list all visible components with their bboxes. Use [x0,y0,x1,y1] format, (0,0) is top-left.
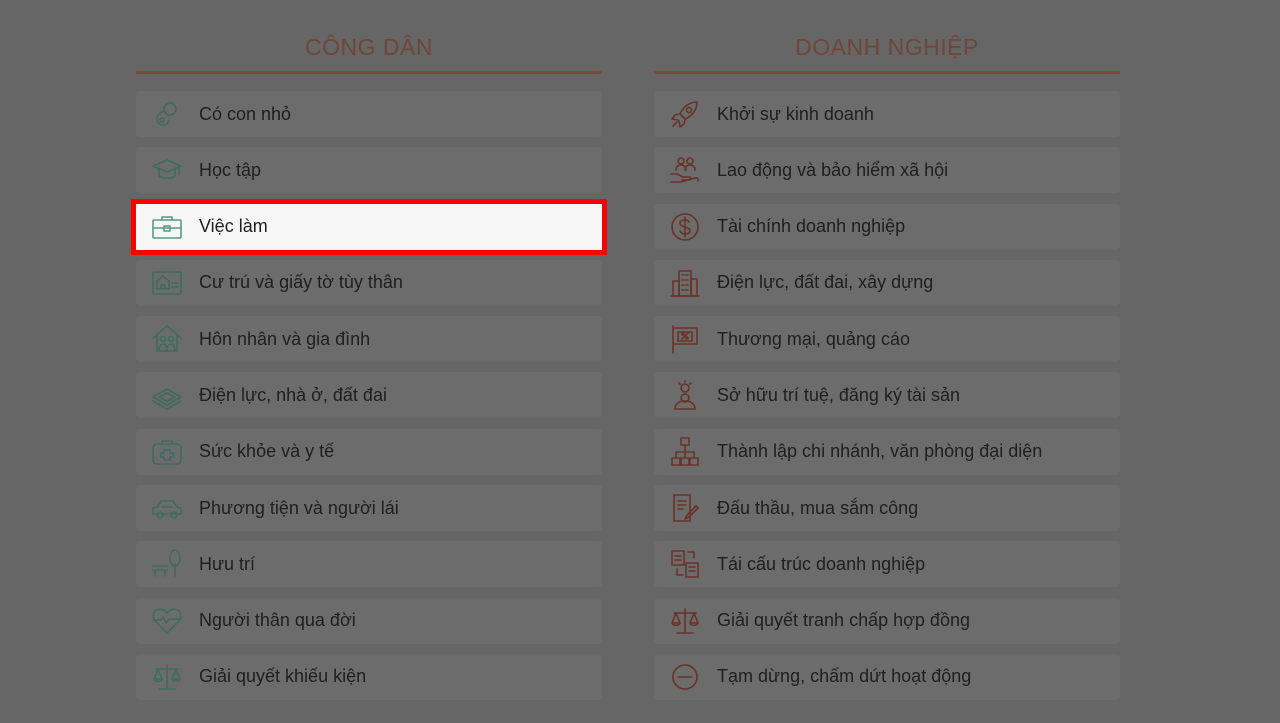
item-label: Hưu trí [199,553,256,574]
business-item-tai-chinh[interactable]: Tài chính doanh nghiệp [654,203,1120,250]
item-label: Điện lực, nhà ở, đất đai [199,384,387,405]
dollar-icon [668,210,702,244]
citizen-item-viec-lam[interactable]: Việc làm [131,198,607,255]
heart-pulse-icon [150,604,184,638]
bench-tree-icon [150,547,184,581]
item-label: Điện lực, đất đai, xây dựng [717,272,934,293]
citizen-title-divider [136,71,602,74]
citizen-item-co-con-nho[interactable]: Có con nhỏ [136,91,602,137]
business-item-tranh-chap[interactable]: Giải quyết tranh chấp hợp đồng [654,597,1120,644]
citizen-list: Có con nhỏ Học tập Việc làm Cư trú và gi… [131,91,607,700]
item-label: Hôn nhân và gia đình [199,328,371,349]
item-label: Tài chính doanh nghiệp [717,216,906,237]
business-list: Khởi sự kinh doanh Lao động và bảo hiểm … [654,91,1120,700]
business-item-dau-thau[interactable]: Đấu thầu, mua sắm công [654,485,1120,532]
item-label: Học tập [199,159,262,180]
hand-people-icon [668,153,702,187]
citizen-item-suc-khoe[interactable]: Sức khỏe và y tế [136,428,602,475]
item-label: Sức khỏe và y tế [199,441,335,462]
item-label: Có con nhỏ [199,103,292,124]
business-item-khoi-su[interactable]: Khởi sự kinh doanh [654,91,1120,137]
business-item-thuong-mai[interactable]: Thương mại, quảng cáo [654,316,1120,363]
business-column: DOANH NGHIỆP Khởi sự kinh doanh Lao động… [654,0,1120,710]
item-label: Cư trú và giấy tờ tùy thân [199,272,403,293]
item-label: Lao động và bảo hiểm xã hội [717,159,949,180]
family-home-icon [150,322,184,356]
item-label: Đấu thầu, mua sắm công [717,497,919,518]
scales-icon [668,604,702,638]
citizen-item-hoc-tap[interactable]: Học tập [136,147,602,194]
item-label: Phương tiện và người lái [199,497,399,518]
item-label: Người thân qua đời [199,610,356,631]
item-label: Việc làm [199,216,268,237]
item-label: Thương mại, quảng cáo [717,328,910,349]
land-icon [150,378,184,412]
citizen-item-cu-tru[interactable]: Cư trú và giấy tờ tùy thân [136,259,602,306]
citizen-item-phuong-tien[interactable]: Phương tiện và người lái [136,485,602,532]
item-label: Thành lập chi nhánh, văn phòng đại diện [717,441,1043,462]
billboard-icon [668,322,702,356]
item-label: Giải quyết tranh chấp hợp đồng [717,610,970,631]
citizen-item-hon-nhan[interactable]: Hôn nhân và gia đình [136,316,602,363]
building-icon [668,266,702,300]
graduation-cap-icon [150,153,184,187]
item-label: Sở hữu trí tuệ, đăng ký tài sản [717,384,960,405]
business-item-chi-nhanh[interactable]: Thành lập chi nhánh, văn phòng đại diện [654,428,1120,475]
id-card-icon [150,266,184,300]
document-pen-icon [668,491,702,525]
briefcase-icon [150,210,184,244]
business-title: DOANH NGHIỆP [795,34,979,60]
baby-icon [150,97,184,131]
citizen-item-nguoi-than[interactable]: Người thân qua đời [136,597,602,644]
restructure-icon [668,547,702,581]
idea-person-icon [668,378,702,412]
item-label: Tạm dừng, chấm dứt hoạt động [717,666,972,687]
rocket-icon [668,97,702,131]
scales-icon [150,660,184,694]
citizen-column: CÔNG DÂN Có con nhỏ Học tập Việc làm Cư … [131,0,607,710]
citizen-item-khieu-kien[interactable]: Giải quyết khiếu kiện [136,653,602,700]
org-chart-icon [668,435,702,469]
item-label: Tái cấu trúc doanh nghiệp [717,553,926,574]
citizen-item-huu-tri[interactable]: Hưu trí [136,541,602,588]
citizen-item-dien-luc[interactable]: Điện lực, nhà ở, đất đai [136,372,602,419]
business-item-tam-dung[interactable]: Tạm dừng, chấm dứt hoạt động [654,653,1120,700]
item-label: Giải quyết khiếu kiện [199,666,367,687]
item-label: Khởi sự kinh doanh [717,103,874,124]
business-item-lao-dong[interactable]: Lao động và bảo hiểm xã hội [654,147,1120,194]
business-item-so-huu-tri-tue[interactable]: Sở hữu trí tuệ, đăng ký tài sản [654,372,1120,419]
car-icon [150,491,184,525]
medical-kit-icon [150,435,184,469]
business-item-tai-cau-truc[interactable]: Tái cấu trúc doanh nghiệp [654,541,1120,588]
business-title-divider [654,71,1120,74]
business-item-xay-dung[interactable]: Điện lực, đất đai, xây dựng [654,259,1120,306]
stop-icon [668,660,702,694]
citizen-title: CÔNG DÂN [305,34,433,60]
